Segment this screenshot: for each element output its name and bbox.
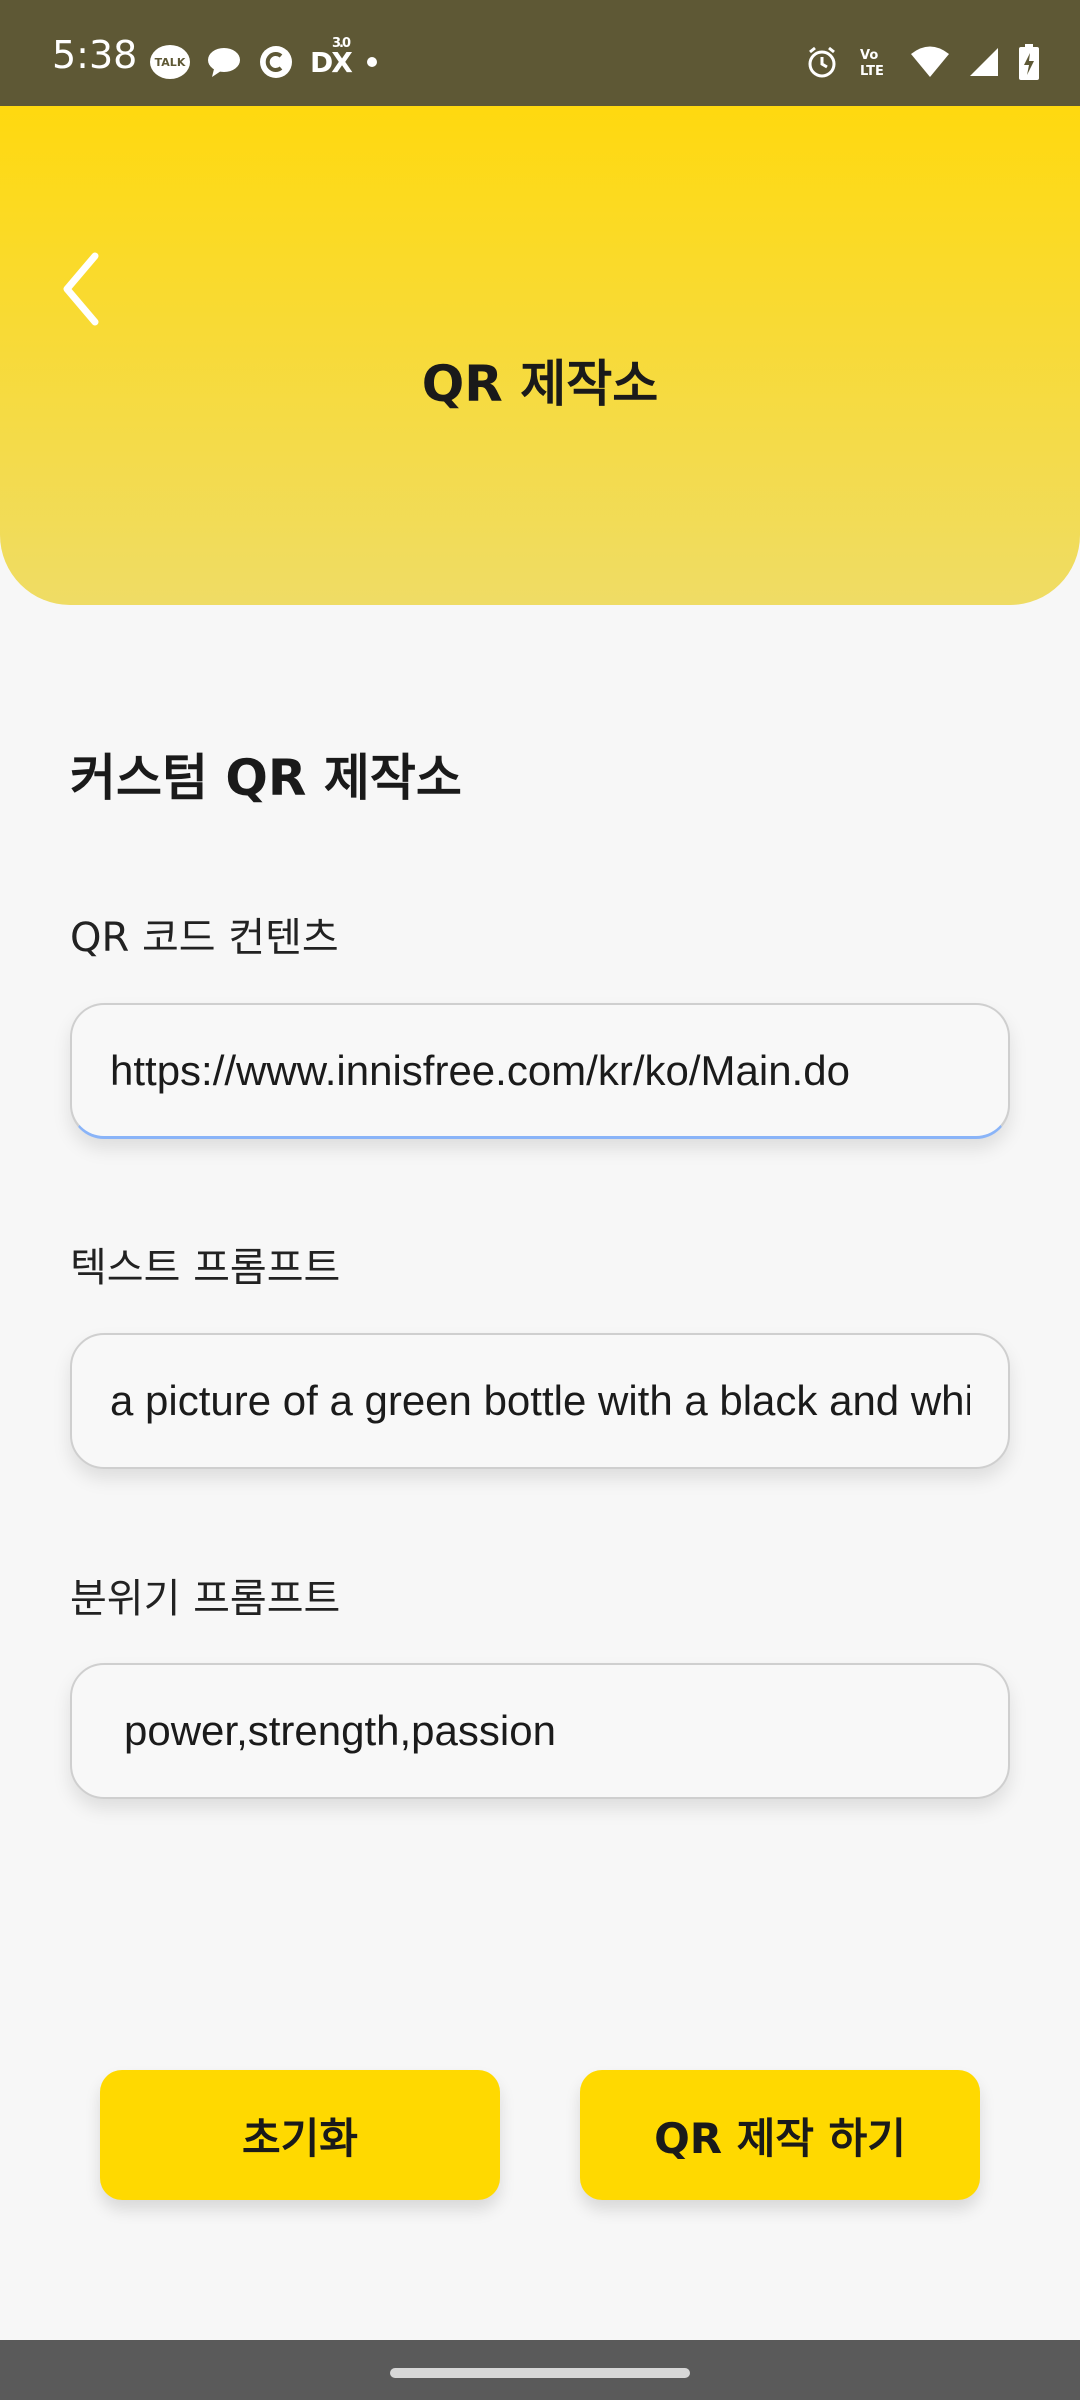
alarm-icon xyxy=(804,44,840,80)
system-icons: Vo LTE xyxy=(804,40,1040,84)
back-button[interactable] xyxy=(46,246,116,336)
qr-content-label: QR 코드 컨텐츠 xyxy=(70,915,339,961)
kakaotalk-icon: TALK xyxy=(150,45,190,79)
status-bar: 5:38 TALK DX 3.0 Vo LTE xyxy=(0,0,1080,106)
c-circle-icon xyxy=(258,44,294,80)
kakaotalk-icon-label: TALK xyxy=(154,55,186,69)
notification-icons: TALK DX 3.0 xyxy=(150,36,377,84)
status-time: 5:38 xyxy=(52,33,138,77)
volte-icon: Vo LTE xyxy=(858,44,892,80)
reset-button[interactable]: 초기화 xyxy=(100,2070,500,2200)
home-gesture-handle[interactable] xyxy=(390,2368,690,2378)
header: QR 제작소 xyxy=(0,106,1080,605)
chevron-left-icon xyxy=(59,250,103,332)
page-title: QR 제작소 xyxy=(421,355,659,413)
battery-charging-icon xyxy=(1018,44,1040,80)
more-notifications-dot-icon xyxy=(366,57,377,67)
qr-content-input[interactable] xyxy=(70,1003,1010,1139)
chat-bubble-icon xyxy=(206,45,242,79)
dx-icon-version: 3.0 xyxy=(332,35,351,51)
svg-text:LTE: LTE xyxy=(860,64,884,79)
text-prompt-label: 텍스트 프롬프트 xyxy=(70,1245,341,1291)
mood-prompt-label: 분위기 프롬프트 xyxy=(70,1576,341,1622)
svg-text:Vo: Vo xyxy=(860,48,878,63)
create-qr-button[interactable]: QR 제작 하기 xyxy=(580,2070,980,2200)
cellular-signal-icon xyxy=(968,46,1000,78)
text-prompt-input[interactable] xyxy=(70,1333,1010,1469)
mood-prompt-input[interactable] xyxy=(70,1663,1010,1799)
dx-icon: DX 3.0 xyxy=(310,36,353,79)
wifi-icon xyxy=(910,45,950,79)
section-title: 커스텀 QR 제작소 xyxy=(70,749,462,807)
